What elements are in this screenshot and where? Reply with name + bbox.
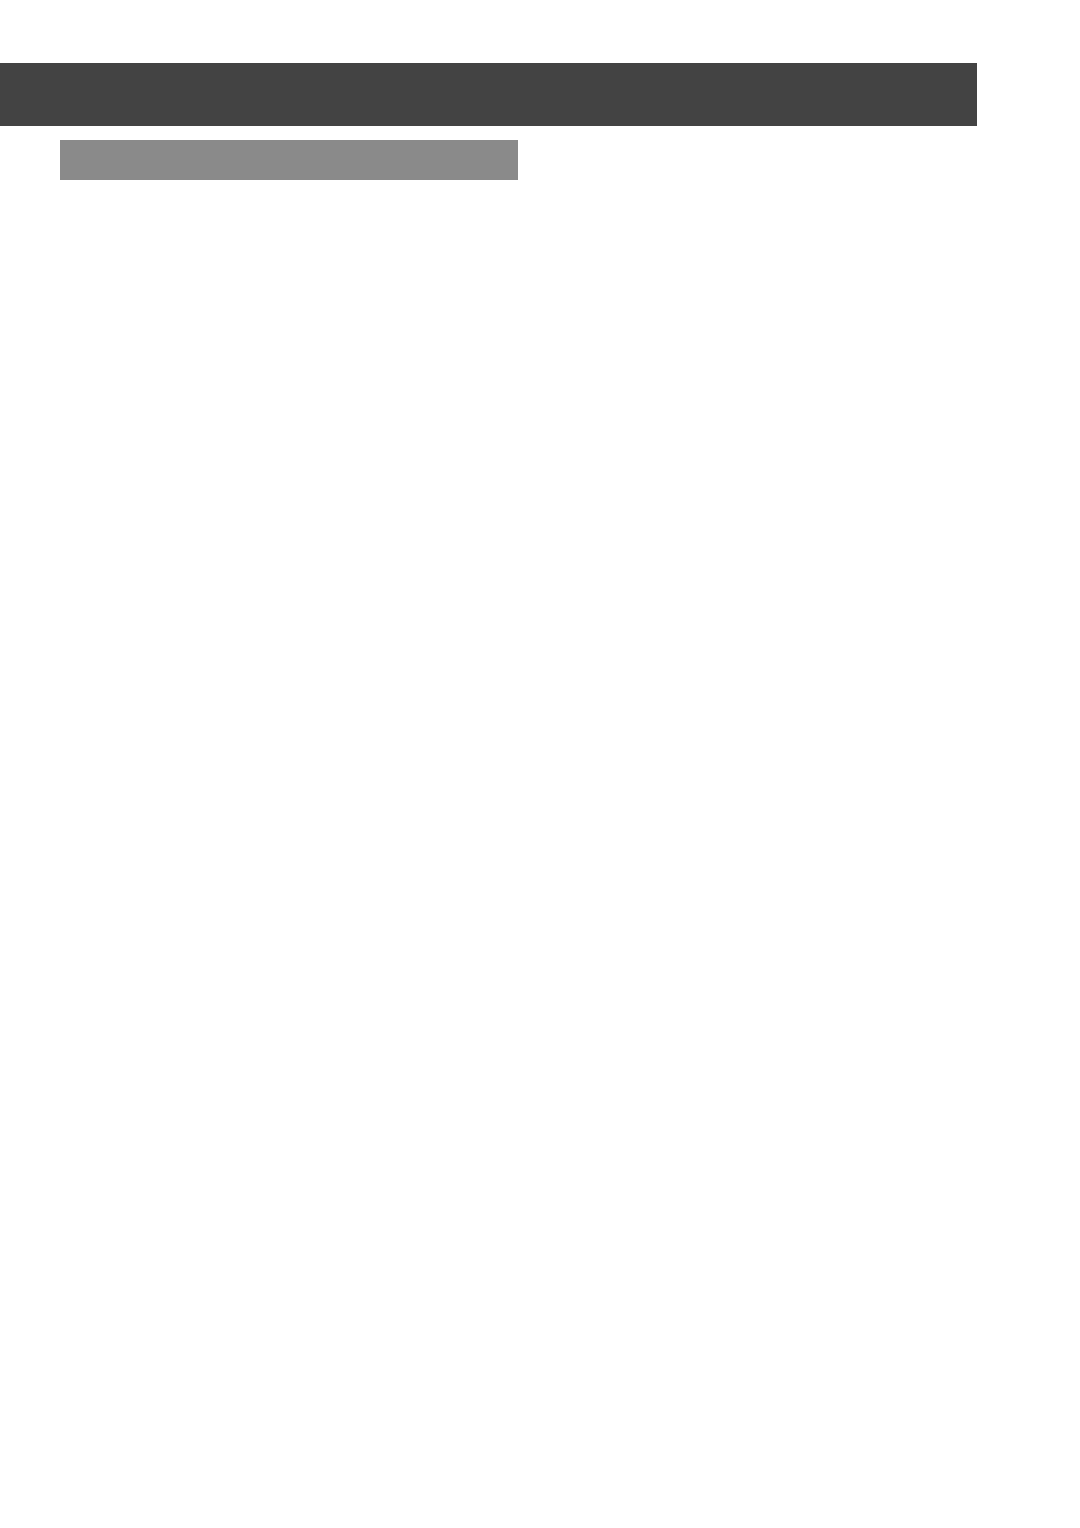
table-of-contents (0, 140, 990, 1420)
page-header-banner (0, 63, 977, 126)
chapter-tab-rail (1004, 58, 1072, 1435)
toc-column-left (60, 140, 518, 192)
section-header-settings (60, 140, 518, 180)
